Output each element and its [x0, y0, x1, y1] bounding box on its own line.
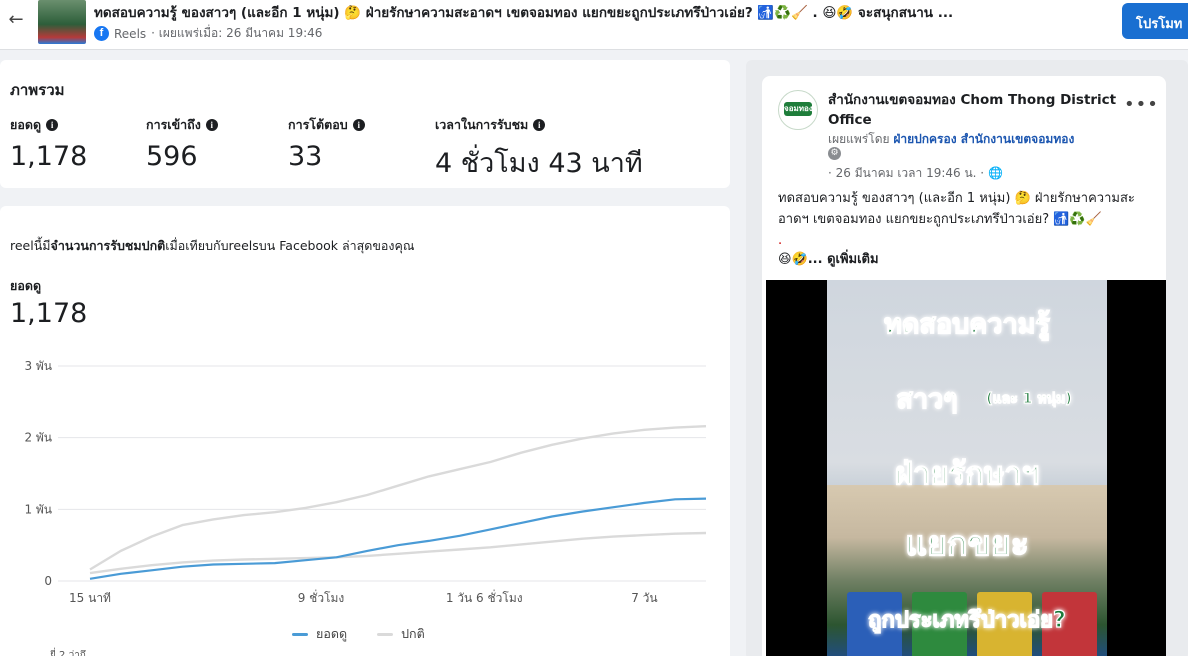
legend-label: ยอดดู: [316, 626, 348, 641]
back-arrow-icon[interactable]: ←: [6, 10, 26, 30]
page-avatar[interactable]: จอมทอง: [778, 90, 818, 130]
metric-label: การเข้าถึง: [146, 117, 201, 132]
post-text-dot: .: [778, 233, 783, 248]
x-tick-label: 15 นาที: [69, 591, 111, 605]
reel-title: ทดสอบความรู้ ของสาวๆ (และอีก 1 หนุ่ม) 🤔 …: [94, 5, 954, 21]
metric-watch-time: เวลาในการรับชม i 4 ชั่วโมง 43 นาที: [435, 115, 643, 184]
overview-card: ภาพรวม ยอดดู i 1,178 การเข้าถึง i 596 การโ…: [0, 60, 730, 188]
video-text-5: แยกขยะ: [904, 523, 1029, 564]
desc-bold: จำนวนการรับชมปกติ: [50, 238, 166, 253]
see-more-prefix: 😆🤣...: [778, 252, 828, 267]
series-line-views[interactable]: [89, 497, 707, 580]
published-by: เผยแพร่โดย ฝ่ายปกครอง สำนักงานเขตจอมทอง: [828, 130, 1074, 149]
legend-swatch: [377, 632, 394, 636]
avatar-logo-text: จอมทอง: [784, 102, 812, 116]
info-icon[interactable]: i: [352, 119, 365, 131]
views-line-chart: 0 1 พัน 2 พัน 3 พัน 15 นาที 9 ชั่วโมง 1 วัน 6 …: [24, 359, 707, 605]
info-icon[interactable]: i: [205, 119, 218, 131]
y-tick-label: 3 พัน: [24, 359, 52, 373]
metric-value: 4 ชั่วโมง 43 นาที: [435, 148, 643, 179]
metric-value: 33: [288, 141, 323, 172]
legend-swatch: [292, 632, 308, 636]
legend-label: ปกติ: [401, 626, 425, 641]
info-icon[interactable]: i: [46, 119, 59, 131]
views-chart-card: reelนี้มีจำนวนการรับชมปกติเมื่อเทียบกับr…: [0, 206, 730, 656]
page-name[interactable]: สำนักงานเขตจอมทอง Chom Thong District Of…: [828, 90, 1118, 130]
chart-description: reelนี้มีจำนวนการรับชมปกติเมื่อเทียบกับr…: [10, 236, 415, 256]
video-text-6: ถูกประเภทรึป่าวเอ่ย?: [868, 607, 1067, 633]
metric-engagement: การโต้ตอบ i 33: [288, 115, 365, 172]
published-by-link[interactable]: ฝ่ายปกครอง สำนักงานเขตจอมทอง: [893, 132, 1074, 146]
y-tick-label: 2 พัน: [24, 431, 52, 445]
facebook-icon: f: [94, 26, 109, 41]
info-icon[interactable]: i: [533, 119, 546, 131]
see-more: 😆🤣... ดูเพิ่มเติม: [778, 248, 879, 269]
desc-suffix: เมื่อเทียบกับreelsบน Facebook ล่าสุดของค…: [165, 238, 415, 253]
reel-thumbnail[interactable]: [38, 0, 86, 44]
post-datetime: · 26 มีนาคม เวลา 19:46 น. · 🌐: [828, 164, 1003, 183]
chart-metric-value: 1,178: [10, 298, 88, 329]
page-header: ← ทดสอบความรู้ ของสาวๆ (และอีก 1 หนุ่ม) …: [0, 0, 1188, 50]
video-frame: ทดสอบความรู้ สาวๆ (และ 1 หนุ่ม) ฝ่ายรักษ…: [827, 280, 1107, 656]
promote-button[interactable]: โปรโมท: [1122, 3, 1188, 39]
post-text-body: ทดสอบความรู้ ของสาวๆ (และอีก 1 หนุ่ม) 🤔 …: [778, 191, 1135, 227]
reel-source-line: f Reels · เผยแพร่เมื่อ: 26 มีนาคม 19:46: [94, 24, 322, 43]
metric-label: ยอดดู: [10, 117, 42, 132]
y-tick-label: 0: [44, 574, 52, 588]
metric-views: ยอดดู i 1,178: [10, 115, 87, 172]
x-tick-label: 9 ชั่วโมง: [298, 589, 345, 605]
see-more-link[interactable]: ดูเพิ่มเติม: [827, 252, 878, 267]
x-tick-label: 7 วัน: [631, 591, 657, 605]
source-label: Reels: [114, 26, 147, 41]
legend-item-normal[interactable]: ปกติ: [377, 624, 425, 644]
series-line-normal[interactable]: [89, 425, 707, 571]
chart-legend: ยอดดู ปกติ: [292, 624, 425, 644]
reel-video[interactable]: ทดสอบความรู้ สาวๆ (และ 1 หนุ่ม) ฝ่ายรักษ…: [766, 280, 1166, 656]
y-tick-label: 1 พัน: [24, 502, 52, 516]
post-preview-pane: จอมทอง สำนักงานเขตจอมทอง Chom Thong Dist…: [746, 60, 1188, 656]
metric-label: เวลาในการรับชม: [435, 117, 529, 132]
globe-icon: 🌐: [987, 166, 1003, 180]
video-text-4: ฝ่ายรักษาฯ: [894, 455, 1040, 492]
x-tick-label: 1 วัน 6 ชั่วโมง: [446, 589, 523, 605]
overview-title: ภาพรวม: [10, 81, 65, 99]
datetime-text[interactable]: · 26 มีนาคม เวลา 19:46 น. ·: [828, 166, 984, 180]
post-text: ทดสอบความรู้ ของสาวๆ (และอีก 1 หนุ่ม) 🤔 …: [778, 188, 1154, 251]
video-text-3: (และ 1 หนุ่ม): [986, 390, 1073, 407]
metric-label: การโต้ตอบ: [288, 117, 348, 132]
legend-item-views[interactable]: ยอดดู: [292, 624, 347, 644]
published-date: · เผยแพร่เมื่อ: 26 มีนาคม 19:46: [151, 26, 323, 40]
desc-prefix: reelนี้มี: [10, 238, 51, 253]
settings-gear-icon[interactable]: ⚙: [828, 147, 841, 160]
published-by-prefix: เผยแพร่โดย: [828, 132, 894, 146]
video-text-1: ทดสอบความรู้: [883, 308, 1050, 340]
metric-value: 596: [146, 141, 198, 172]
metric-reach: การเข้าถึง i 596: [146, 115, 218, 172]
chart-footnote: ยี่ 2 ว่าถึ: [50, 650, 86, 656]
post-card: จอมทอง สำนักงานเขตจอมทอง Chom Thong Dist…: [762, 76, 1166, 656]
more-options-icon[interactable]: •••: [1124, 94, 1159, 115]
metric-value: 1,178: [10, 141, 88, 172]
chart-metric-label: ยอดดู: [10, 278, 42, 293]
